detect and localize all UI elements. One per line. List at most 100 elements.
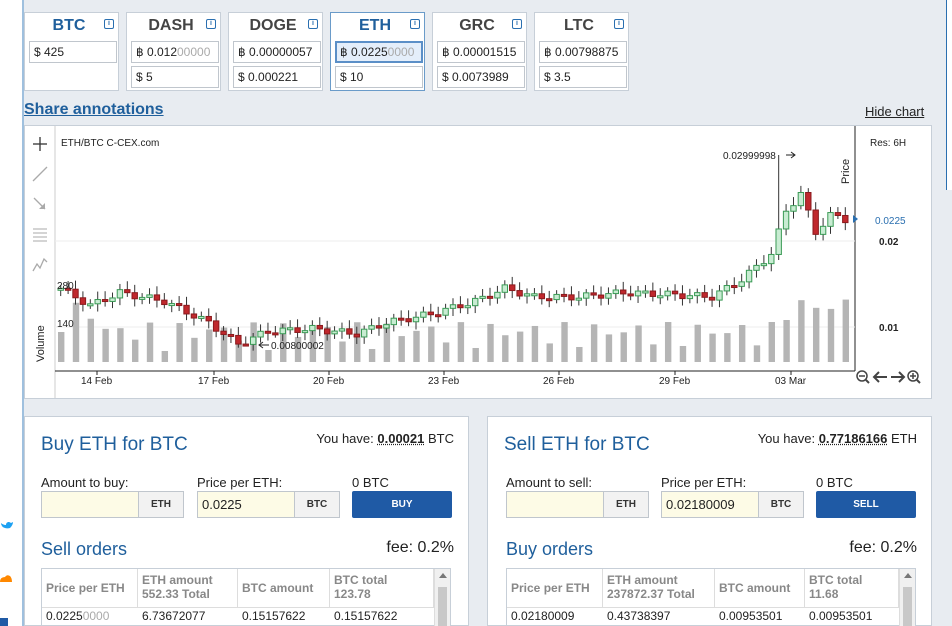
coin-card-eth[interactable]: ETH i ฿ 0.02250000 $ 10 xyxy=(330,12,425,91)
usd-price-field[interactable]: $ 3.5 xyxy=(539,66,627,88)
info-icon[interactable]: i xyxy=(308,19,318,29)
candle-up xyxy=(146,294,153,298)
pan-right-icon[interactable] xyxy=(891,371,906,383)
candle-up xyxy=(819,225,827,235)
cell-price[interactable]: 0.02250000 xyxy=(46,609,109,623)
scroll-up-icon[interactable] xyxy=(904,573,912,578)
info-icon[interactable]: i xyxy=(206,19,216,29)
info-icon[interactable]: i xyxy=(104,19,114,29)
sell-button[interactable]: SELL xyxy=(816,491,916,518)
row-divider xyxy=(507,607,899,608)
coin-card-dash[interactable]: DASH i ฿ 0.01200000 $ 5 xyxy=(126,12,221,91)
balance-value[interactable]: 0.77186166 xyxy=(819,431,888,446)
coin-card-grc[interactable]: GRC i ฿ 0.00001515 $ 0.0073989 xyxy=(432,12,527,91)
usd-price-field[interactable]: $ 0.0073989 xyxy=(437,66,525,88)
soundcloud-icon[interactable] xyxy=(0,572,12,586)
volume-bar xyxy=(102,328,109,362)
usd-price-field[interactable]: $ 10 xyxy=(335,66,423,88)
candle-up xyxy=(523,293,531,297)
coin-symbol: DASH xyxy=(148,17,194,34)
scrollbar[interactable] xyxy=(434,569,450,626)
candle-down xyxy=(235,334,242,345)
volume-bar xyxy=(368,348,376,362)
coin-card-btc[interactable]: BTC i $ 425 xyxy=(24,12,119,91)
scrollbar[interactable] xyxy=(899,569,915,626)
usd-price-field[interactable]: $ 5 xyxy=(131,66,219,88)
candle-up xyxy=(753,264,760,271)
social-icon-partial[interactable] xyxy=(0,618,8,626)
sell-total: 0 BTC xyxy=(816,475,853,490)
cell-eth-amount[interactable]: 6.73672077 xyxy=(142,609,205,623)
cell-btc-amount[interactable]: 0.00953501 xyxy=(719,609,782,623)
zoom-in-icon[interactable] xyxy=(907,370,921,384)
zoom-out-icon[interactable] xyxy=(856,370,870,384)
cell-btc-total[interactable]: 0.15157622 xyxy=(334,609,397,623)
twitter-icon[interactable] xyxy=(0,520,14,538)
buy-amount-input[interactable] xyxy=(41,491,139,518)
sell-amount-input[interactable] xyxy=(506,491,604,518)
btc-price-field[interactable]: ฿ 0.00001515 xyxy=(437,41,525,63)
candle-up xyxy=(301,330,309,334)
volume-bar xyxy=(206,329,213,362)
candle-up xyxy=(279,327,286,335)
buy-button[interactable]: BUY xyxy=(352,491,452,518)
coin-card-ltc[interactable]: LTC i ฿ 0.00798875 $ 3.5 xyxy=(534,12,629,91)
usd-price-field[interactable]: $ 425 xyxy=(29,41,117,63)
sell-price-input[interactable]: 0.02180009 xyxy=(661,491,759,518)
arrow-tool-icon[interactable] xyxy=(33,197,46,210)
buy-price-input[interactable]: 0.0225 xyxy=(197,491,295,518)
share-annotations-link[interactable]: Share annotations xyxy=(24,101,164,119)
candle-down xyxy=(375,325,383,329)
candle-up xyxy=(723,285,731,292)
candle-down xyxy=(434,314,442,318)
usd-price-field[interactable]: $ 0.000221 xyxy=(233,66,321,88)
candle-up xyxy=(360,328,368,338)
candle-up xyxy=(472,297,479,307)
scroll-thumb[interactable] xyxy=(438,587,447,626)
line-tool-icon[interactable] xyxy=(32,166,48,182)
balance-value[interactable]: 0.00021 xyxy=(377,431,424,446)
header-text: ETH amount xyxy=(607,573,678,587)
usd-price-value: $ 5 xyxy=(136,70,153,84)
candle-up xyxy=(338,328,346,332)
price-chart[interactable]: ETH/BTC C-CEX.com Res: 6H Price Volume 2… xyxy=(24,125,932,399)
buy-total: 0 BTC xyxy=(352,475,389,490)
fibonacci-tool-icon[interactable] xyxy=(33,228,47,242)
cell-eth-amount[interactable]: 0.43738397 xyxy=(607,609,670,623)
candle-down xyxy=(731,285,738,289)
col-header-eth-amount: ETH amount 237872.37 Total xyxy=(603,569,715,607)
volume-bar xyxy=(753,345,761,362)
price-zeros: 0000 xyxy=(387,45,415,59)
candle-up xyxy=(694,292,701,297)
coin-card-doge[interactable]: DOGE i ฿ 0.00000057 $ 0.000221 xyxy=(228,12,323,91)
scroll-thumb[interactable] xyxy=(903,587,912,626)
right-panel-edge xyxy=(946,0,952,190)
scroll-up-icon[interactable] xyxy=(439,573,447,578)
candle-down xyxy=(242,343,249,347)
candle-down xyxy=(568,294,575,301)
hide-chart-link[interactable]: Hide chart xyxy=(865,104,924,119)
info-icon[interactable]: i xyxy=(410,19,420,29)
candle-down xyxy=(79,297,87,305)
chart-canvas[interactable]: ETH/BTC C-CEX.com Res: 6H Price Volume 2… xyxy=(25,126,931,398)
volume-bar xyxy=(72,302,80,362)
crosshair-tool-icon[interactable] xyxy=(33,137,47,151)
wave-tool-icon[interactable] xyxy=(32,257,48,272)
btc-price-field[interactable]: ฿ 0.02250000 xyxy=(335,41,423,63)
candle-up xyxy=(768,253,775,265)
coin-symbol: GRC xyxy=(459,17,495,34)
pan-left-icon[interactable] xyxy=(872,371,887,383)
cell-btc-amount[interactable]: 0.15157622 xyxy=(242,609,305,623)
btc-price-field[interactable]: ฿ 0.00798875 xyxy=(539,41,627,63)
btc-price-field[interactable]: ฿ 0.00000057 xyxy=(233,41,321,63)
usd-price-value: $ 425 xyxy=(34,45,65,59)
volume-bar xyxy=(516,331,524,362)
candle-up xyxy=(686,295,694,300)
info-icon[interactable]: i xyxy=(512,19,522,29)
btc-price-field[interactable]: ฿ 0.01200000 xyxy=(131,41,219,63)
cell-price[interactable]: 0.02180009 xyxy=(511,609,574,623)
candle-up xyxy=(479,295,486,299)
cell-btc-total[interactable]: 0.00953501 xyxy=(809,609,872,623)
info-icon[interactable]: i xyxy=(614,19,624,29)
sell-panel: Sell ETH for BTC You have: 0.77186166 ET… xyxy=(487,416,932,626)
